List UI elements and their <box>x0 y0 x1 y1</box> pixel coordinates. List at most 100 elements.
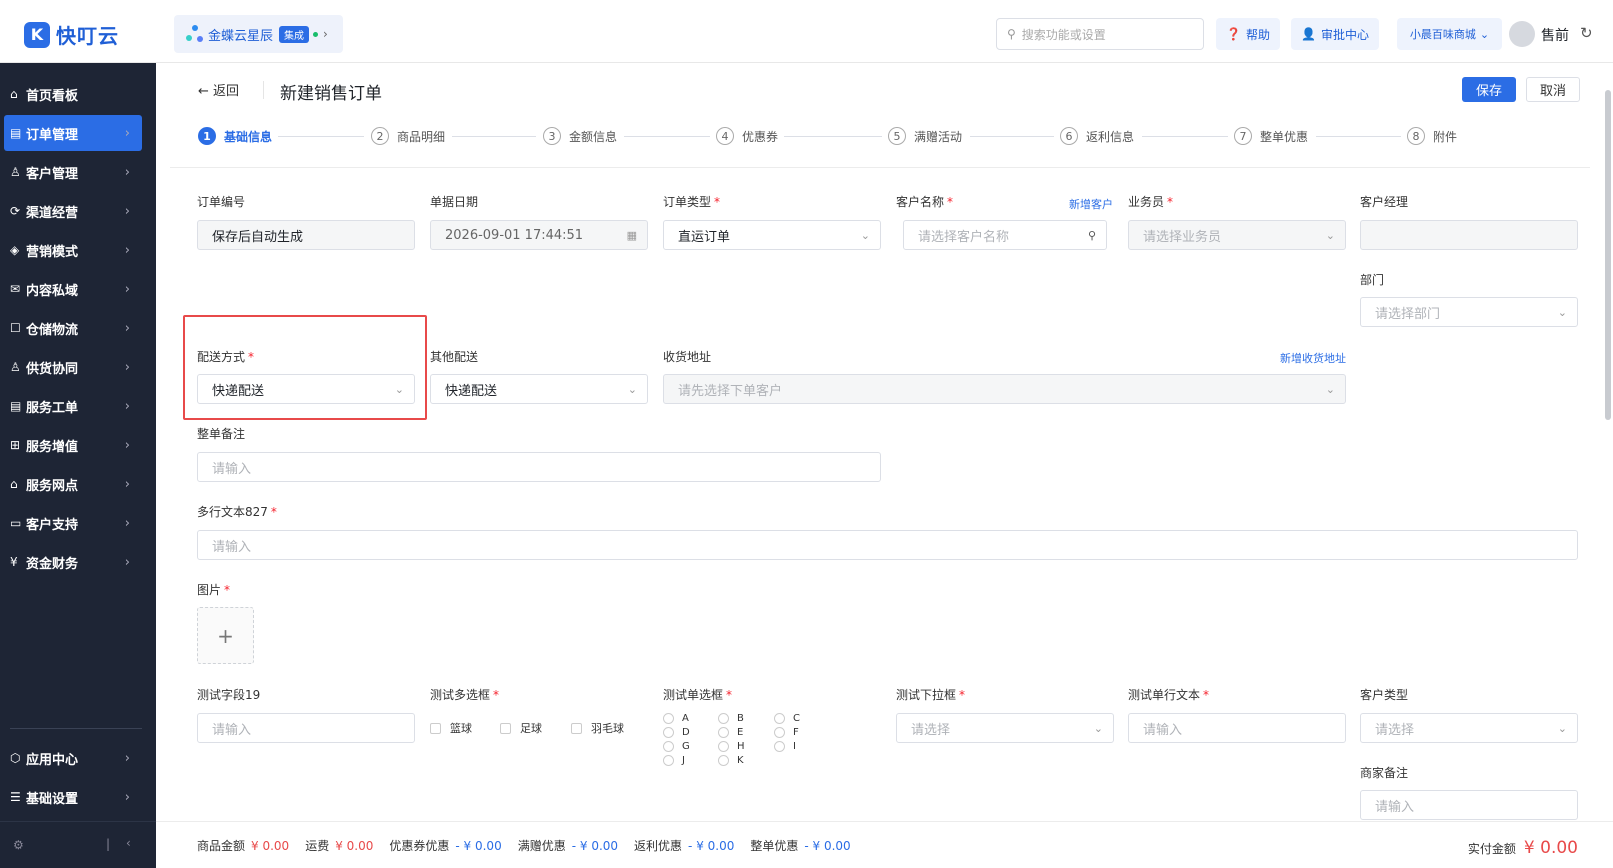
step-label: 整单优惠 <box>1260 129 1309 144</box>
sidebar-item-settings[interactable]: ☰ 基础设置 › <box>4 779 142 815</box>
radio-c[interactable]: C <box>774 713 800 724</box>
test19-input[interactable]: 请输入 <box>197 713 415 743</box>
sidebar-item-outlet[interactable]: ⌂ 服务网点 › <box>4 466 142 502</box>
checkbox-icon <box>571 722 582 734</box>
step-connector <box>624 136 710 137</box>
cancel-button[interactable]: 取消 <box>1526 77 1580 102</box>
other-delivery-select[interactable]: 快递配送 ⌄ <box>430 374 648 404</box>
add-customer-link[interactable]: 新增客户 <box>1069 196 1113 212</box>
save-button[interactable]: 保存 <box>1462 77 1516 102</box>
sidebar-item-support[interactable]: ▭ 客户支持 › <box>4 505 142 541</box>
step-number: 6 <box>1060 127 1078 145</box>
scrollbar[interactable] <box>1605 90 1611 420</box>
app-badge: 集成 <box>279 25 310 43</box>
radio-icon <box>663 741 674 752</box>
sidebar-item-app-center[interactable]: ⬡ 应用中心 › <box>4 740 142 776</box>
step-4[interactable]: 4 优惠券 <box>716 127 778 145</box>
radio-i[interactable]: I <box>774 741 796 752</box>
remark-input[interactable]: 请输入 <box>197 452 881 482</box>
sidebar-item-dashboard[interactable]: ⌂ 首页看板 <box>4 76 142 112</box>
chevron-right-icon: › <box>124 398 130 414</box>
app-switcher[interactable]: 金蝶云星辰 集成 › <box>174 15 343 53</box>
sidebar-divider <box>10 728 142 729</box>
image-upload[interactable]: + <box>197 607 254 664</box>
radio-j[interactable]: J <box>663 755 685 766</box>
user-name[interactable]: 售前 <box>1541 25 1569 45</box>
avatar[interactable] <box>1509 21 1535 47</box>
doc-date-field: 2026-09-01 17:44:51 ▦ <box>430 220 648 250</box>
outlet-icon: ⌂ <box>10 477 18 491</box>
address-select[interactable]: 请先选择下单客户 ⌄ <box>663 374 1346 404</box>
user-icon: 👤 <box>1301 27 1316 41</box>
back-button[interactable]: ← 返回 <box>198 80 239 99</box>
step-number: 7 <box>1234 127 1252 145</box>
step-1[interactable]: 1 基础信息 <box>198 127 272 145</box>
merchant-remark-input[interactable]: 请输入 <box>1360 790 1578 820</box>
checkbox-football[interactable]: 足球 <box>500 720 542 736</box>
salesman-select[interactable]: 请选择业务员 ⌄ <box>1128 220 1346 250</box>
freight-amount: 运费 ¥ 0.00 <box>305 837 373 854</box>
app-name: 金蝶云星辰 <box>208 28 274 44</box>
arrow-left-icon: ← <box>198 84 209 99</box>
help-button[interactable]: ❓ 帮助 <box>1216 18 1280 50</box>
radio-g[interactable]: G <box>663 741 690 752</box>
salesman-label-text: 业务员 <box>1128 195 1165 209</box>
order-type-select[interactable]: 直运订单 ⌄ <box>663 220 881 250</box>
sidebar-item-content[interactable]: ✉ 内容私域 › <box>4 271 142 307</box>
search-icon[interactable]: ⚲ <box>1088 229 1096 242</box>
radio-b[interactable]: B <box>718 713 744 724</box>
radio-e[interactable]: E <box>718 727 743 738</box>
radio-k[interactable]: K <box>718 755 744 766</box>
step-label: 附件 <box>1433 129 1458 144</box>
test19-placeholder: 请输入 <box>212 722 252 738</box>
sidebar-item-label: 服务网点 <box>26 478 79 494</box>
add-address-link[interactable]: 新增收货地址 <box>1280 350 1346 366</box>
freight-label: 运费 <box>305 838 330 853</box>
sidebar-item-orders[interactable]: ▤ 订单管理 › <box>4 115 142 151</box>
search-input[interactable]: ⚲ 搜索功能或设置 <box>996 18 1204 50</box>
radio-icon <box>718 755 729 766</box>
radio-label: J <box>682 755 685 766</box>
checkbox-basketball[interactable]: 篮球 <box>430 720 472 736</box>
sidebar-item-marketing[interactable]: ◈ 营销模式 › <box>4 232 142 268</box>
sidebar-item-supply[interactable]: ♙ 供货协同 › <box>4 349 142 385</box>
radio-a[interactable]: A <box>663 713 689 724</box>
step-5[interactable]: 5 满赠活动 <box>888 127 962 145</box>
radio-d[interactable]: D <box>663 727 690 738</box>
help-icon: ❓ <box>1226 27 1241 41</box>
multiline-input[interactable]: 请输入 <box>197 530 1578 560</box>
sidebar-item-finance[interactable]: ¥ 资金财务 › <box>4 544 142 580</box>
sidebar-item-value[interactable]: ⊞ 服务增值 › <box>4 427 142 463</box>
collapse-icon[interactable]: ‹ <box>126 836 131 850</box>
radio-f[interactable]: F <box>774 727 799 738</box>
refresh-icon[interactable]: ↻ <box>1580 24 1593 42</box>
store-selector[interactable]: 小晨百味商城 ⌄ <box>1397 18 1502 50</box>
dropdown-select[interactable]: 请选择 ⌄ <box>896 713 1114 743</box>
step-7[interactable]: 7 整单优惠 <box>1234 127 1308 145</box>
customer-input[interactable]: 请选择客户名称 ⚲ <box>903 220 1107 250</box>
step-6[interactable]: 6 返利信息 <box>1060 127 1134 145</box>
logo[interactable]: K 快叮云 <box>24 20 119 49</box>
single-text-label: 测试单行文本 * <box>1128 688 1210 702</box>
radio-label: K <box>737 755 744 766</box>
dept-select[interactable]: 请选择部门 ⌄ <box>1360 297 1578 327</box>
step-label: 商品明细 <box>397 129 446 144</box>
image-label: 图片 * <box>197 583 231 597</box>
radio-label: E <box>737 727 744 738</box>
whole-label: 整单优惠 <box>750 838 799 853</box>
checkbox-badminton[interactable]: 羽毛球 <box>571 720 624 736</box>
single-text-input[interactable]: 请输入 <box>1128 713 1346 743</box>
sidebar-item-ticket[interactable]: ▤ 服务工单 › <box>4 388 142 424</box>
step-8[interactable]: 8 附件 <box>1407 127 1457 145</box>
sidebar-item-channel[interactable]: ⟳ 渠道经营 › <box>4 193 142 229</box>
approval-center-button[interactable]: 👤 审批中心 <box>1291 18 1379 50</box>
step-2[interactable]: 2 商品明细 <box>371 127 445 145</box>
chevron-right-icon: › <box>124 554 130 570</box>
customer-type-select[interactable]: 请选择 ⌄ <box>1360 713 1578 743</box>
chevron-down-icon: ⌄ <box>1093 722 1103 735</box>
radio-h[interactable]: H <box>718 741 745 752</box>
step-3[interactable]: 3 金额信息 <box>543 127 617 145</box>
gear-icon[interactable]: ⚙ <box>13 838 24 852</box>
sidebar-item-warehouse[interactable]: ☐ 仓储物流 › <box>4 310 142 346</box>
sidebar-item-customers[interactable]: ♙ 客户管理 › <box>4 154 142 190</box>
